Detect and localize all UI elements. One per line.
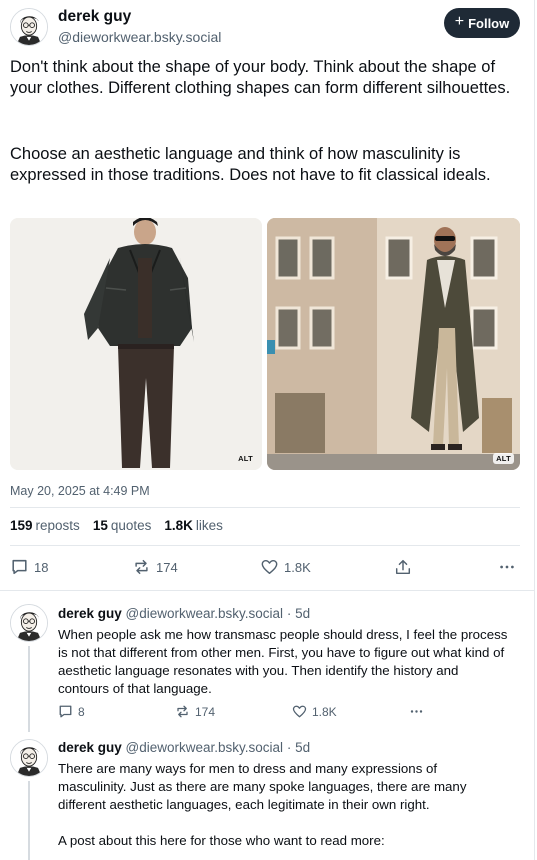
reply-age: · 5d [286, 740, 311, 755]
reply-author-line[interactable]: derek guy @dieworkwear.bsky.social · 5d [58, 606, 310, 621]
heart-icon [261, 559, 278, 575]
share-button[interactable] [394, 558, 412, 576]
divider [0, 590, 535, 591]
more-options-button[interactable] [498, 558, 516, 576]
reply-reply-count: 8 [78, 704, 85, 719]
reply-count: 18 [34, 559, 49, 575]
likes-stat[interactable]: 1.8K likes [164, 518, 223, 533]
like-count: 1.8K [284, 559, 311, 575]
thread-connector-line [28, 781, 30, 860]
post-text-paragraph: Don't think about the shape of your body… [10, 58, 511, 97]
reply-author-line[interactable]: derek guy @dieworkwear.bsky.social · 5d [58, 740, 310, 755]
man-leather-jacket-photo [10, 218, 262, 470]
avatar-illustration-icon [11, 740, 47, 776]
post-stats: 159 reposts 15 quotes 1.8K likes [10, 518, 223, 533]
reply-age: · 5d [286, 606, 311, 621]
quotes-stat[interactable]: 15 quotes [93, 518, 152, 533]
alt-text-badge[interactable]: ALT [493, 453, 514, 464]
reply-reply-button[interactable]: 8 [58, 704, 85, 719]
author-handle[interactable]: @dieworkwear.bsky.social [58, 29, 221, 45]
post-thread: derek guy @dieworkwear.bsky.social + Fol… [0, 0, 535, 860]
reply-bubble-icon [12, 559, 27, 575]
follow-button[interactable]: + Follow [444, 8, 520, 38]
reply-author-avatar[interactable] [10, 604, 48, 642]
divider [10, 545, 520, 546]
man-trench-coat-street-photo [267, 218, 520, 470]
repost-count: 174 [156, 559, 178, 575]
alt-text-badge[interactable]: ALT [235, 453, 256, 464]
post-text-paragraph: Choose an aesthetic language and think o… [10, 145, 491, 184]
author-avatar[interactable] [10, 8, 48, 46]
reply-button[interactable]: 18 [10, 558, 48, 576]
repost-arrows-icon [177, 705, 188, 718]
ellipsis-icon [500, 565, 514, 569]
heart-icon [292, 705, 307, 718]
reply-text: When people ask me how transmasc people … [58, 627, 508, 696]
post-image-leather-jacket[interactable]: ALT [10, 218, 262, 470]
reply-text: There are many ways for men to dress and… [58, 761, 467, 812]
divider [10, 507, 520, 508]
reply-author-name: derek guy [58, 606, 122, 621]
reply-like-count: 1.8K [312, 704, 337, 719]
avatar-illustration-icon [11, 605, 47, 641]
reply-author-handle: @dieworkwear.bsky.social [125, 606, 284, 621]
reply-repost-button[interactable]: 174 [175, 704, 215, 719]
plus-icon: + [454, 13, 465, 30]
reply-author-handle: @dieworkwear.bsky.social [125, 740, 284, 755]
author-name[interactable]: derek guy [58, 8, 131, 26]
reply-more-options-button[interactable] [409, 704, 424, 719]
reply-text: A post about this here for those who wan… [58, 833, 385, 848]
reply-repost-count: 174 [195, 704, 216, 719]
follow-label: Follow [468, 15, 510, 31]
thread-connector-line [28, 646, 30, 732]
ellipsis-icon [410, 710, 423, 713]
reply-author-avatar[interactable] [10, 739, 48, 777]
reply-like-button[interactable]: 1.8K [292, 704, 337, 719]
reposts-stat[interactable]: 159 reposts [10, 518, 80, 533]
repost-arrows-icon [135, 559, 148, 575]
share-upload-icon [395, 559, 411, 575]
repost-button[interactable]: 174 [132, 558, 178, 576]
reply-author-name: derek guy [58, 740, 122, 755]
reply-bubble-icon [59, 705, 72, 718]
post-image-trench-coat[interactable]: ALT [267, 218, 520, 470]
post-timestamp[interactable]: May 20, 2025 at 4:49 PM [10, 484, 150, 498]
like-button[interactable]: 1.8K [260, 558, 311, 576]
avatar-illustration-icon [11, 9, 47, 45]
